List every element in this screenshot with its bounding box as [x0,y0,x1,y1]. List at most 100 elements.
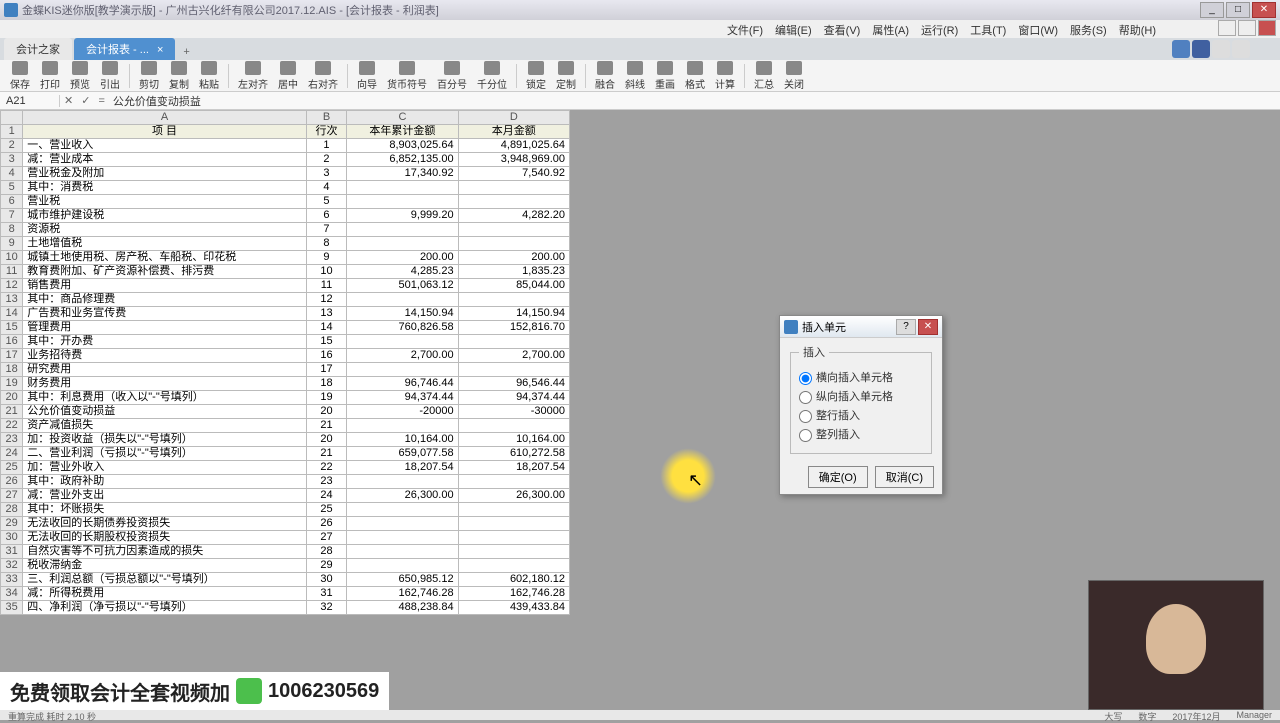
row-header[interactable]: 28 [1,503,23,517]
cell[interactable]: 财务费用 [23,377,306,391]
toolbar-格式[interactable]: 格式 [681,60,709,92]
row-header[interactable]: 6 [1,195,23,209]
row-header[interactable]: 24 [1,447,23,461]
dialog-titlebar[interactable]: 插入单元 ? ✕ [780,316,942,338]
row-header[interactable]: 3 [1,153,23,167]
cell[interactable]: 96,746.44 [347,377,458,391]
radio-input[interactable] [799,372,812,385]
cell[interactable]: 26,300.00 [347,489,458,503]
accept-fx-icon[interactable]: ✓ [77,94,94,107]
radio-option[interactable]: 纵向插入单元格 [799,388,923,404]
cell[interactable]: 8,903,025.64 [347,139,458,153]
menu-item[interactable]: 帮助(H) [1115,20,1160,38]
cell[interactable]: 29 [306,559,346,573]
doc-close[interactable] [1258,20,1276,36]
toolbar-居中[interactable]: 居中 [274,60,302,92]
k-icon[interactable] [1192,40,1210,58]
row-header[interactable]: 32 [1,559,23,573]
cell-ref[interactable]: A21 [0,95,60,107]
cell[interactable]: 2,700.00 [347,349,458,363]
row-header[interactable]: 21 [1,405,23,419]
radio-option[interactable]: 整行插入 [799,407,923,423]
row-header[interactable]: 11 [1,265,23,279]
cell[interactable]: -30000 [458,405,569,419]
cell[interactable]: 无法收回的长期债券投资损失 [23,517,306,531]
spreadsheet[interactable]: ABCD 1项 目行次本年累计金额本月金额2一、营业收入18,903,025.6… [0,110,570,615]
toolbar-关闭[interactable]: 关闭 [780,60,808,92]
cell[interactable]: 9 [306,251,346,265]
corner-cell[interactable] [1,111,23,125]
cell[interactable] [347,223,458,237]
cell[interactable] [347,293,458,307]
cell[interactable] [347,475,458,489]
cell[interactable]: 6,852,135.00 [347,153,458,167]
row-header[interactable]: 4 [1,167,23,181]
cell[interactable]: 7 [306,223,346,237]
row-header[interactable]: 34 [1,587,23,601]
cell[interactable]: 其中：利息费用（收入以"-"号填列） [23,391,306,405]
row-header[interactable]: 8 [1,223,23,237]
cell[interactable]: 2 [306,153,346,167]
col-header[interactable]: A [23,111,306,125]
cell[interactable]: 13 [306,307,346,321]
toolbar-货币符号[interactable]: 货币符号 [383,60,431,92]
cell[interactable]: 18,207.54 [458,461,569,475]
toolbar-预览[interactable]: 预览 [66,60,94,92]
cell[interactable] [347,195,458,209]
cell[interactable]: 501,063.12 [347,279,458,293]
cell[interactable]: 1,835.23 [458,265,569,279]
menu-item[interactable]: 文件(F) [723,20,767,38]
cell[interactable]: 三、利润总额（亏损总额以"-"号填列） [23,573,306,587]
cell[interactable]: 其中：商品修理费 [23,293,306,307]
toolbar-重画[interactable]: 重画 [651,60,679,92]
cell[interactable]: 23 [306,475,346,489]
cell[interactable]: 85,044.00 [458,279,569,293]
cell[interactable]: 税收滞纳金 [23,559,306,573]
cell[interactable]: 6 [306,209,346,223]
menu-item[interactable]: 编辑(E) [771,20,816,38]
menu-item[interactable]: 运行(R) [917,20,962,38]
cell[interactable] [458,517,569,531]
cell[interactable]: 城市维护建设税 [23,209,306,223]
cell[interactable]: 26 [306,517,346,531]
cell[interactable]: 4,891,025.64 [458,139,569,153]
cell[interactable]: 162,746.28 [458,587,569,601]
cell[interactable]: 3,948,969.00 [458,153,569,167]
radio-option[interactable]: 横向插入单元格 [799,369,923,385]
cell[interactable]: 土地增值税 [23,237,306,251]
cell[interactable]: 自然灾害等不可抗力因素造成的损失 [23,545,306,559]
header-cell[interactable]: 本年累计金额 [347,125,458,139]
cell[interactable]: 16 [306,349,346,363]
cell[interactable]: 94,374.44 [458,391,569,405]
row-header[interactable]: 31 [1,545,23,559]
cell[interactable]: 28 [306,545,346,559]
cell[interactable]: 教育费附加、矿产资源补偿费、排污费 [23,265,306,279]
cell[interactable]: 14 [306,321,346,335]
doc-restore[interactable] [1238,20,1256,36]
cell[interactable]: 二、营业利润（亏损以"-"号填列） [23,447,306,461]
cell[interactable]: 659,077.58 [347,447,458,461]
help-icon[interactable] [1232,40,1250,58]
row-header[interactable]: 7 [1,209,23,223]
row-header[interactable]: 23 [1,433,23,447]
toolbar-引出[interactable]: 引出 [96,60,124,92]
cell[interactable]: 10,164.00 [347,433,458,447]
row-header[interactable]: 16 [1,335,23,349]
toolbar-保存[interactable]: 保存 [6,60,34,92]
col-header[interactable]: D [458,111,569,125]
cell[interactable] [458,419,569,433]
cell[interactable]: 业务招待费 [23,349,306,363]
toolbar-打印[interactable]: 打印 [36,60,64,92]
cell[interactable]: 4,285.23 [347,265,458,279]
radio-option[interactable]: 整列插入 [799,426,923,442]
cell[interactable] [347,503,458,517]
toolbar-复制[interactable]: 复制 [165,60,193,92]
cell[interactable]: 加：营业外收入 [23,461,306,475]
row-header[interactable]: 9 [1,237,23,251]
cell[interactable]: 27 [306,531,346,545]
toolbar-右对齐[interactable]: 右对齐 [304,60,342,92]
cell[interactable]: -20000 [347,405,458,419]
dialog-help-button[interactable]: ? [896,319,916,335]
cell[interactable]: 公允价值变动损益 [23,405,306,419]
cell[interactable]: 4 [306,181,346,195]
